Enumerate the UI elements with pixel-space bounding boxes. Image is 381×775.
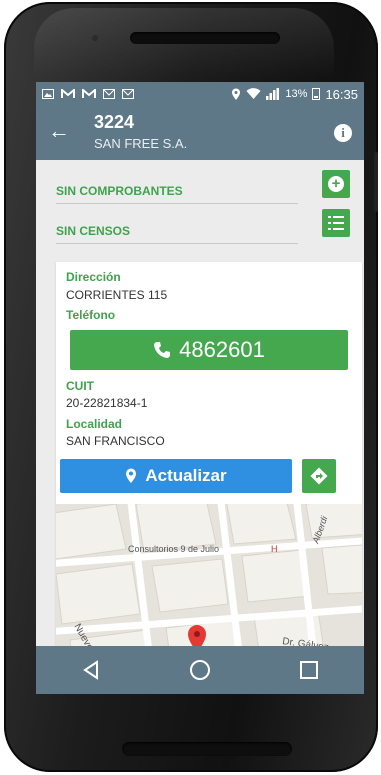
- direccion-value: CORRIENTES 115: [66, 288, 168, 302]
- earpiece-speaker: [130, 32, 280, 44]
- censos-list-button[interactable]: [322, 209, 350, 237]
- gmail-icon: [82, 89, 96, 98]
- cuit-label: CUIT: [66, 379, 94, 393]
- gmail-icon: [61, 89, 75, 98]
- list-icon: [328, 216, 344, 230]
- battery-percent: 13%: [285, 88, 308, 100]
- localidad-label: Localidad: [66, 417, 123, 431]
- notification-icons: [42, 89, 134, 99]
- power-button: [374, 152, 378, 212]
- comprobantes-row[interactable]: SIN COMPROBANTES: [56, 174, 298, 204]
- comprobantes-label: SIN COMPROBANTES: [56, 184, 183, 198]
- map-hospital-icon: H: [271, 544, 278, 554]
- recents-nav-icon[interactable]: [289, 650, 329, 690]
- add-comprobante-button[interactable]: +: [322, 170, 350, 198]
- bottom-speaker: [122, 742, 292, 756]
- system-icons: 13% 16:35: [231, 87, 358, 102]
- client-name: SAN FREE S.A.: [94, 136, 188, 151]
- call-phone-button[interactable]: 4862601: [70, 330, 348, 370]
- home-nav-icon[interactable]: [180, 650, 220, 690]
- map-marker-icon: [126, 468, 137, 483]
- censos-row[interactable]: SIN CENSOS: [56, 214, 298, 244]
- location-icon: [232, 88, 241, 100]
- directions-button[interactable]: [302, 459, 336, 493]
- censos-label: SIN CENSOS: [56, 224, 131, 238]
- localidad-value: SAN FRANCISCO: [66, 434, 165, 448]
- wifi-icon: [246, 88, 261, 99]
- map-place-label: Consultorios 9 de Julio: [128, 544, 219, 554]
- mail-icon: [122, 89, 134, 99]
- back-arrow-icon[interactable]: ←: [48, 120, 70, 142]
- client-card: Dirección CORRIENTES 115 Teléfono 486260…: [56, 262, 362, 682]
- back-nav-icon[interactable]: [71, 650, 111, 690]
- cuit-value: 20-22821834-1: [66, 396, 148, 410]
- status-bar: 13% 16:35: [36, 82, 364, 106]
- signal-icon: [266, 88, 280, 100]
- clock: 16:35: [325, 86, 358, 102]
- battery-icon: [312, 88, 321, 100]
- direccion-label: Dirección: [66, 270, 121, 284]
- telefono-label: Teléfono: [66, 308, 116, 322]
- image-icon: [42, 89, 54, 99]
- info-icon[interactable]: i: [334, 124, 352, 142]
- directions-icon: [310, 467, 328, 485]
- client-code: 3224: [94, 112, 135, 132]
- front-camera: [92, 35, 98, 41]
- phone-frame: 13% 16:35 ← 3224 SAN FREE S.A. i SIN COM…: [4, 2, 378, 772]
- phone-icon: [154, 342, 171, 358]
- update-location-button[interactable]: Actualizar: [60, 459, 292, 493]
- mail-icon: [103, 89, 115, 99]
- app-bar: ← 3224 SAN FREE S.A. i: [36, 106, 364, 160]
- update-label: Actualizar: [145, 466, 227, 485]
- plus-circle-icon: +: [328, 176, 344, 192]
- navigation-bar: [36, 646, 364, 694]
- phone-number: 4862601: [179, 337, 265, 362]
- screen: 13% 16:35 ← 3224 SAN FREE S.A. i SIN COM…: [36, 82, 364, 694]
